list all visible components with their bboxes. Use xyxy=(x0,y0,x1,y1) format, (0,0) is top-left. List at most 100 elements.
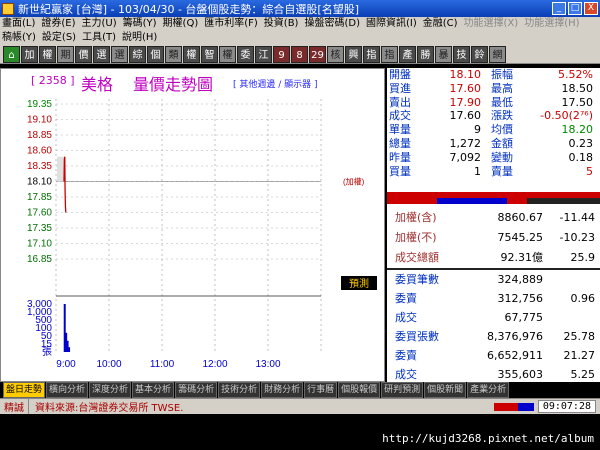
minimize-button[interactable]: _ xyxy=(552,2,566,15)
tab-8[interactable]: 行事曆 xyxy=(304,382,338,398)
tab-2[interactable]: 橫向分析 xyxy=(46,382,89,398)
toolbar-button[interactable]: 江 xyxy=(255,45,272,63)
quote-label: 最低 xyxy=(491,95,513,109)
toolbar-button[interactable]: 核 xyxy=(327,45,344,63)
toolbar-button[interactable]: 權 xyxy=(183,45,200,63)
toolbar-button[interactable]: 技 xyxy=(453,45,470,63)
quote-value: 1,272 xyxy=(449,136,482,150)
menu-item[interactable]: 期權(Q) xyxy=(163,17,199,31)
toolbar-button[interactable]: 暴 xyxy=(435,45,452,63)
tab-5[interactable]: 籌碼分析 xyxy=(175,382,218,398)
index-value: 7545.25 xyxy=(497,231,544,244)
toolbar-button[interactable]: 個 xyxy=(147,45,164,63)
toolbar-button[interactable]: 產 xyxy=(399,45,416,63)
toolbar-button[interactable]: 8 xyxy=(291,45,308,63)
menu-bar: 畫面(L) 證券(E) 主力(U) 籌碼(Y) 期權(Q) 匯市利率(F) 投資(B) 操盤密… xyxy=(0,17,600,45)
tab-7[interactable]: 財務分析 xyxy=(261,382,304,398)
quote-value: 17.50 xyxy=(561,95,594,109)
menu-item[interactable]: 功能選擇(H) xyxy=(524,17,579,31)
price-tick: 18.85 xyxy=(27,130,52,141)
quote-value: 18.10 xyxy=(449,68,482,81)
toolbar-button[interactable]: 類 xyxy=(165,45,182,63)
quote-label: 賣量 xyxy=(491,164,513,178)
status-label: 精誠 xyxy=(0,399,29,414)
quote-value: 0.18 xyxy=(568,150,594,164)
menu-item[interactable]: 設定(S) xyxy=(42,31,76,45)
toolbar-button[interactable]: 勝 xyxy=(417,45,434,63)
menu-item[interactable]: 國際資訊(I) xyxy=(366,17,417,31)
toolbar-button[interactable]: 加 xyxy=(21,45,38,63)
menu-item[interactable]: 稿帳(Y) xyxy=(2,31,36,45)
quote-label: 成交 xyxy=(389,109,411,123)
order-row: 成交 67,775 xyxy=(387,308,600,327)
quote-value: 0.23 xyxy=(568,136,594,150)
toolbar-button[interactable]: 綜 xyxy=(129,45,146,63)
app-icon xyxy=(2,2,14,15)
prediction-label: 預測 xyxy=(349,277,369,290)
index-panel: 加權(含) 8860.67 -11.44 加權(不) 7545.25 -10.23 成交總額… xyxy=(387,208,600,268)
tab-1[interactable]: 盤日走勢 xyxy=(3,382,46,398)
order-label: 委買筆數 xyxy=(395,273,439,286)
maximize-button[interactable]: □ xyxy=(568,2,582,15)
quote-value: 17.90 xyxy=(449,95,482,109)
quote-label: 最高 xyxy=(491,81,513,95)
tab-3[interactable]: 深度分析 xyxy=(89,382,132,398)
toolbar-button[interactable]: 期 xyxy=(57,45,74,63)
menu-item[interactable]: 工具(T) xyxy=(82,31,116,45)
quote-row: 單量 9 均價 18.20 xyxy=(387,123,600,137)
price-tick: 18.35 xyxy=(27,161,52,172)
menu-item[interactable]: 操盤密碼(D) xyxy=(304,17,360,31)
home-icon[interactable]: ⌂ xyxy=(3,45,20,63)
quote-value: 17.60 xyxy=(449,81,482,95)
time-tick: 13:00 xyxy=(255,359,280,370)
close-button[interactable]: X xyxy=(584,2,598,15)
quote-row: 開盤 18.10 振幅 5.52% xyxy=(387,68,600,82)
tab-10[interactable]: 研判預測 xyxy=(381,382,424,398)
menu-item[interactable]: 功能選擇(X) xyxy=(464,17,519,31)
toolbar-button[interactable]: 網 xyxy=(489,45,506,63)
menu-item[interactable]: 金融(C) xyxy=(423,17,458,31)
menu-item[interactable]: 主力(U) xyxy=(82,17,117,31)
toolbar-button[interactable]: 選 xyxy=(111,45,128,63)
toolbar-button[interactable]: 鈴 xyxy=(471,45,488,63)
menu-item[interactable]: 說明(H) xyxy=(122,31,157,45)
toolbar-button[interactable]: 29 xyxy=(309,45,326,63)
quote-label: 買進 xyxy=(389,81,411,95)
toolbar-button[interactable]: 選 xyxy=(93,45,110,63)
toolbar-button[interactable]: 權 xyxy=(39,45,56,63)
tab-9[interactable]: 個股報價 xyxy=(338,382,381,398)
menu-item[interactable]: 畫面(L) xyxy=(2,17,35,31)
tab-11[interactable]: 個股新聞 xyxy=(424,382,467,398)
status-bar: 精誠 資料來源:台灣證券交易所 TWSE. 09:07:28 xyxy=(0,398,600,414)
toolbar-button[interactable]: 興 xyxy=(345,45,362,63)
index-change: -11.44 xyxy=(559,211,595,224)
menu-item[interactable]: 證券(E) xyxy=(41,17,75,31)
toolbar-button[interactable]: 委 xyxy=(237,45,254,63)
volume-tick: 張 xyxy=(42,346,52,358)
menu-row-1: 畫面(L) 證券(E) 主力(U) 籌碼(Y) 期權(Q) 匯市利率(F) 投資(B) 操盤密… xyxy=(2,17,600,31)
tab-6[interactable]: 技術分析 xyxy=(218,382,261,398)
order-ratio: 21.27 xyxy=(563,349,596,362)
toolbar-button[interactable]: 指 xyxy=(363,45,380,63)
toolbar-button[interactable]: 9 xyxy=(273,45,290,63)
index-value: 92.31億 xyxy=(500,251,544,264)
index-value: 8860.67 xyxy=(497,211,544,224)
index-row: 加權(含) 8860.67 -11.44 xyxy=(387,208,600,228)
toolbar-button[interactable]: 權 xyxy=(219,45,236,63)
toolbar-button[interactable]: 智 xyxy=(201,45,218,63)
menu-item[interactable]: 匯市利率(F) xyxy=(204,17,258,31)
toolbar-button[interactable]: 價 xyxy=(75,45,92,63)
quote-label: 總量 xyxy=(389,136,411,150)
tab-12[interactable]: 產業分析 xyxy=(467,382,510,398)
quote-value: -0.50(2⁷⁶) xyxy=(540,109,593,123)
quote-row: 買量 1 賣量 5 xyxy=(387,165,600,179)
menu-item[interactable]: 籌碼(Y) xyxy=(123,17,157,31)
time-tick: 11:00 xyxy=(150,359,175,370)
menu-item[interactable]: 投資(B) xyxy=(264,17,299,31)
tab-4[interactable]: 基本分析 xyxy=(132,382,175,398)
watermark: http://kujd3268.pixnet.net/album xyxy=(382,432,594,445)
quote-label: 開盤 xyxy=(389,68,411,81)
order-row: 委賣 312,756 0.96 xyxy=(387,289,600,308)
toolbar-button[interactable]: 指 xyxy=(381,45,398,63)
order-value: 8,376,976 xyxy=(487,330,543,343)
